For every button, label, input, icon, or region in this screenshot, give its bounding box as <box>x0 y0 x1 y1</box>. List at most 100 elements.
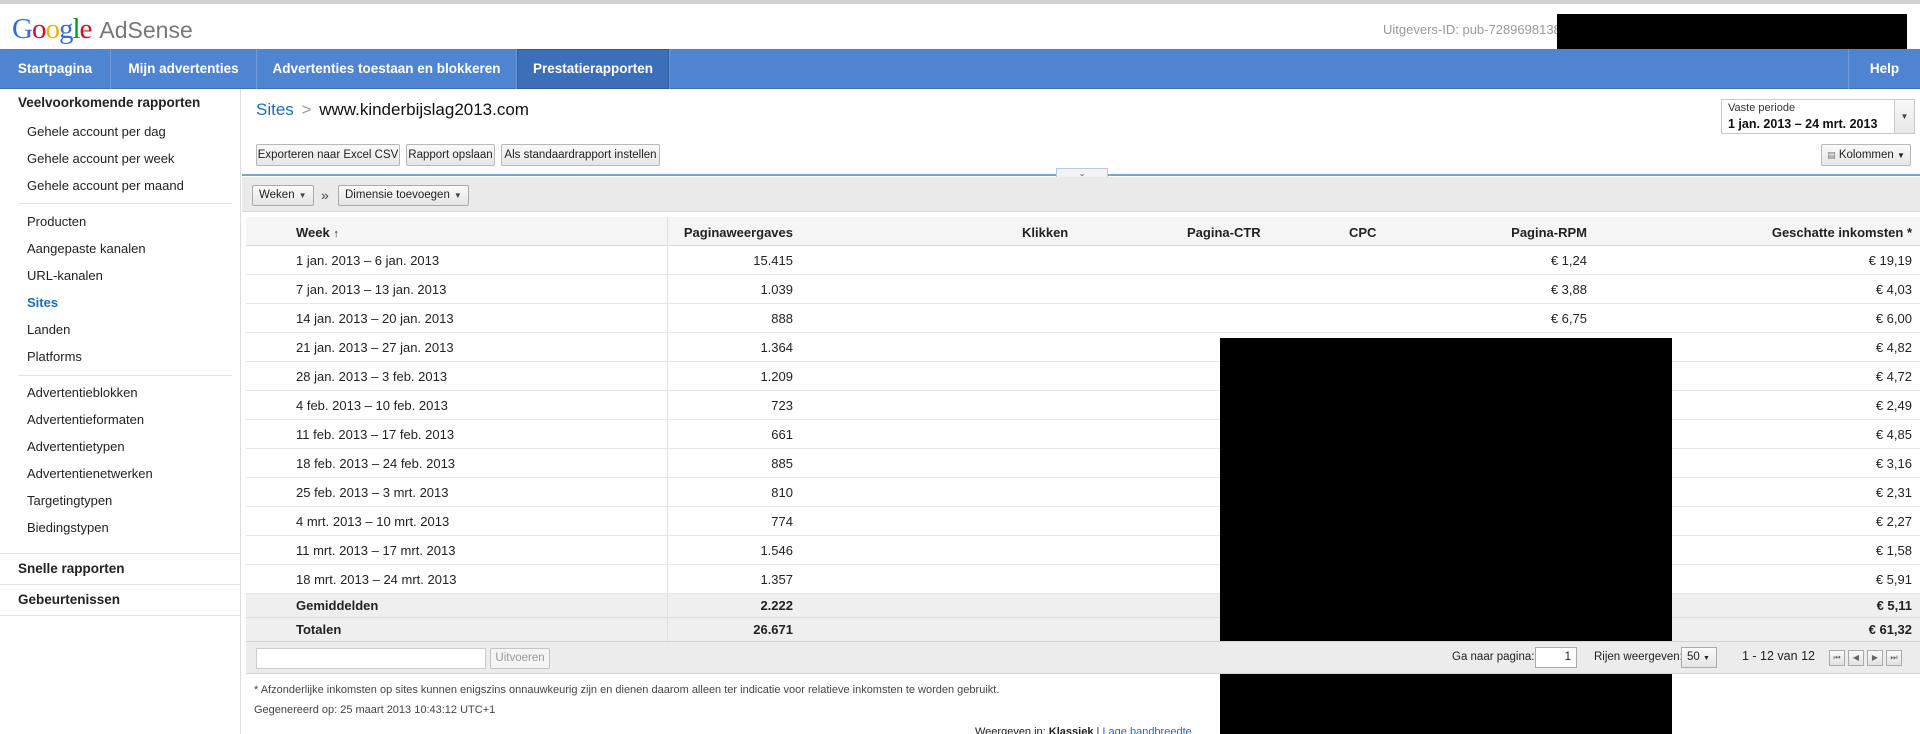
cell-estimated-earnings: € 19,19 <box>1868 253 1912 268</box>
add-dimension-dropdown[interactable]: Dimensie toevoegen ▼ <box>338 185 469 206</box>
cell-week: 7 jan. 2013 – 13 jan. 2013 <box>296 282 447 297</box>
view-mode-label: Weergeven in: <box>975 726 1046 734</box>
dimension-bar: Weken ▼ » Dimensie toevoegen ▼ <box>242 177 1920 212</box>
column-header-cpc[interactable]: CPC <box>1349 225 1376 240</box>
sidebar-divider <box>18 203 232 204</box>
goto-page-input[interactable]: 1 <box>1535 647 1577 668</box>
google-logo-letter: G <box>12 13 33 45</box>
nav-tab-performance-reports[interactable]: Prestatierapporten <box>517 49 670 89</box>
cell-week: 25 feb. 2013 – 3 mrt. 2013 <box>296 485 449 500</box>
cell-pageviews: 661 <box>771 427 793 442</box>
last-page-icon[interactable]: ⏭ <box>1886 650 1902 666</box>
view-mode-low-bandwidth-link[interactable]: Lage bandbreedte <box>1102 726 1191 734</box>
cell-week: 4 feb. 2013 – 10 feb. 2013 <box>296 398 448 413</box>
pagination-count: 1 - 12 van 12 <box>1742 649 1815 663</box>
cell-summary-label: Totalen <box>296 622 342 637</box>
first-page-icon[interactable]: ⏮ <box>1829 650 1845 666</box>
google-logo-letter: o <box>31 13 46 45</box>
cell-pageviews: 1.357 <box>760 572 793 587</box>
breadcrumb-separator: > <box>301 100 312 119</box>
column-header-pageviews[interactable]: Paginaweergaves <box>684 225 793 240</box>
header: Google AdSense Uitgevers-ID: pub-7289698… <box>0 4 1920 59</box>
sidebar-item-account-day[interactable]: Gehele account per dag <box>27 124 166 139</box>
rows-per-page-value: 50 <box>1687 651 1700 663</box>
cell-estimated-earnings: € 4,82 <box>1875 340 1912 355</box>
column-header-estimated-earnings[interactable]: Geschatte inkomsten * <box>1772 225 1912 240</box>
nav-tab-allow-block[interactable]: Advertenties toestaan en blokkeren <box>257 49 517 89</box>
google-logo-letter: o <box>45 13 59 45</box>
table-row[interactable]: 1 jan. 2013 – 6 jan. 2013 15.415 € 1,24 € 1… <box>246 246 1920 275</box>
chevron-down-icon: ▼ <box>1703 655 1710 662</box>
cell-summary-label: Gemiddelden <box>296 598 379 613</box>
sidebar-item-sites[interactable]: Sites <box>27 295 58 310</box>
cell-week: 21 jan. 2013 – 27 jan. 2013 <box>296 340 454 355</box>
google-logo-letter: g <box>58 13 73 45</box>
table-row[interactable]: 7 jan. 2013 – 13 jan. 2013 1.039 € 3,88 € 4… <box>246 275 1920 304</box>
sidebar-item-countries[interactable]: Landen <box>27 322 70 337</box>
sidebar-item-account-month[interactable]: Gehele account per maand <box>27 178 184 193</box>
google-logo-letter: e <box>79 13 93 45</box>
weeks-dropdown[interactable]: Weken ▼ <box>252 185 314 206</box>
next-page-icon[interactable]: ▶ <box>1867 650 1883 666</box>
cell-pageviews: 810 <box>771 485 793 500</box>
breadcrumb-sites-link[interactable]: Sites <box>256 100 294 119</box>
nav-help[interactable]: Help <box>1848 49 1920 89</box>
sidebar-item-ad-networks[interactable]: Advertentienetwerken <box>27 466 153 481</box>
chevron-down-icon: ▼ <box>298 191 307 200</box>
previous-page-icon[interactable]: ◀ <box>1848 650 1864 666</box>
save-report-button[interactable]: Rapport opslaan <box>406 144 495 166</box>
sidebar-item-platforms[interactable]: Platforms <box>27 349 82 364</box>
sidebar-item-targeting-types[interactable]: Targetingtypen <box>27 493 112 508</box>
table-footer-bar: Uitvoeren Ga naar pagina: 1 Rijen weerge… <box>246 641 1920 674</box>
column-divider <box>667 217 668 643</box>
adsense-logo[interactable]: Google AdSense <box>12 13 193 47</box>
cell-week: 28 jan. 2013 – 3 feb. 2013 <box>296 369 448 384</box>
column-header-page-rpm[interactable]: Pagina-RPM <box>1511 225 1587 240</box>
adsense-wordmark: AdSense <box>99 17 193 43</box>
cell-pageviews: 2.222 <box>760 598 793 613</box>
table-row[interactable]: 14 jan. 2013 – 20 jan. 2013 888 € 6,75 € 6,… <box>246 304 1920 333</box>
run-button[interactable]: Uitvoeren <box>490 648 550 669</box>
set-default-report-button[interactable]: Als standaardrapport instellen <box>501 144 660 166</box>
google-logo-letter: l <box>72 13 80 45</box>
cell-estimated-earnings: € 61,32 <box>1868 622 1912 637</box>
sidebar-divider <box>0 615 241 616</box>
cell-pageviews: 1.364 <box>760 340 793 355</box>
cell-estimated-earnings: € 1,58 <box>1875 543 1912 558</box>
sidebar-item-ad-units[interactable]: Advertentieblokken <box>27 385 138 400</box>
column-header-clicks[interactable]: Klikken <box>1022 225 1068 240</box>
sidebar-item-custom-channels[interactable]: Aangepaste kanalen <box>27 241 146 256</box>
sidebar-item-ad-formats[interactable]: Advertentieformaten <box>27 412 144 427</box>
sidebar-section-common[interactable]: Veelvoorkomende rapporten <box>18 95 200 110</box>
filter-input[interactable] <box>256 648 486 669</box>
sidebar-item-bid-types[interactable]: Biedingstypen <box>27 520 109 535</box>
report-main: Sites > www.kinderbijslag2013.com Vaste … <box>242 89 1920 734</box>
sidebar-item-ad-types[interactable]: Advertentietypen <box>27 439 125 454</box>
cell-estimated-earnings: € 6,00 <box>1875 311 1912 326</box>
cell-estimated-earnings: € 4,85 <box>1875 427 1912 442</box>
sidebar-item-products[interactable]: Producten <box>27 214 86 229</box>
export-csv-button[interactable]: Exporteren naar Excel CSV <box>256 144 400 166</box>
cell-week: 18 mrt. 2013 – 24 mrt. 2013 <box>296 572 457 587</box>
rows-per-page-select[interactable]: 50 ▼ <box>1681 647 1717 668</box>
columns-label: Kolommen <box>1838 149 1894 161</box>
date-range-picker[interactable]: Vaste periode 1 jan. 2013 – 24 mrt. 2013… <box>1721 99 1915 134</box>
column-header-week[interactable]: Week ↑ <box>296 225 339 240</box>
date-range-label: Vaste periode <box>1728 102 1796 114</box>
breadcrumb-current-site: www.kinderbijslag2013.com <box>319 100 529 119</box>
sidebar-item-url-channels[interactable]: URL-kanalen <box>27 268 103 283</box>
cell-pageviews: 888 <box>771 311 793 326</box>
chevron-down-icon: ▼ <box>453 191 462 200</box>
columns-button[interactable]: ▤ Kolommen ▼ <box>1821 144 1911 166</box>
sidebar-section-quick-reports[interactable]: Snelle rapporten <box>18 561 125 576</box>
sidebar-section-events[interactable]: Gebeurtenissen <box>18 592 120 607</box>
sidebar-item-account-week[interactable]: Gehele account per week <box>27 151 174 166</box>
nav-tab-home[interactable]: Startpagina <box>0 49 111 89</box>
chevron-down-icon[interactable]: ▼ <box>1894 100 1914 133</box>
nav-tab-my-ads[interactable]: Mijn advertenties <box>111 49 257 89</box>
cell-estimated-earnings: € 4,72 <box>1875 369 1912 384</box>
cell-week: 4 mrt. 2013 – 10 mrt. 2013 <box>296 514 450 529</box>
date-range-value: 1 jan. 2013 – 24 mrt. 2013 <box>1728 117 1878 131</box>
cell-week: 14 jan. 2013 – 20 jan. 2013 <box>296 311 454 326</box>
column-header-page-ctr[interactable]: Pagina-CTR <box>1187 225 1261 240</box>
